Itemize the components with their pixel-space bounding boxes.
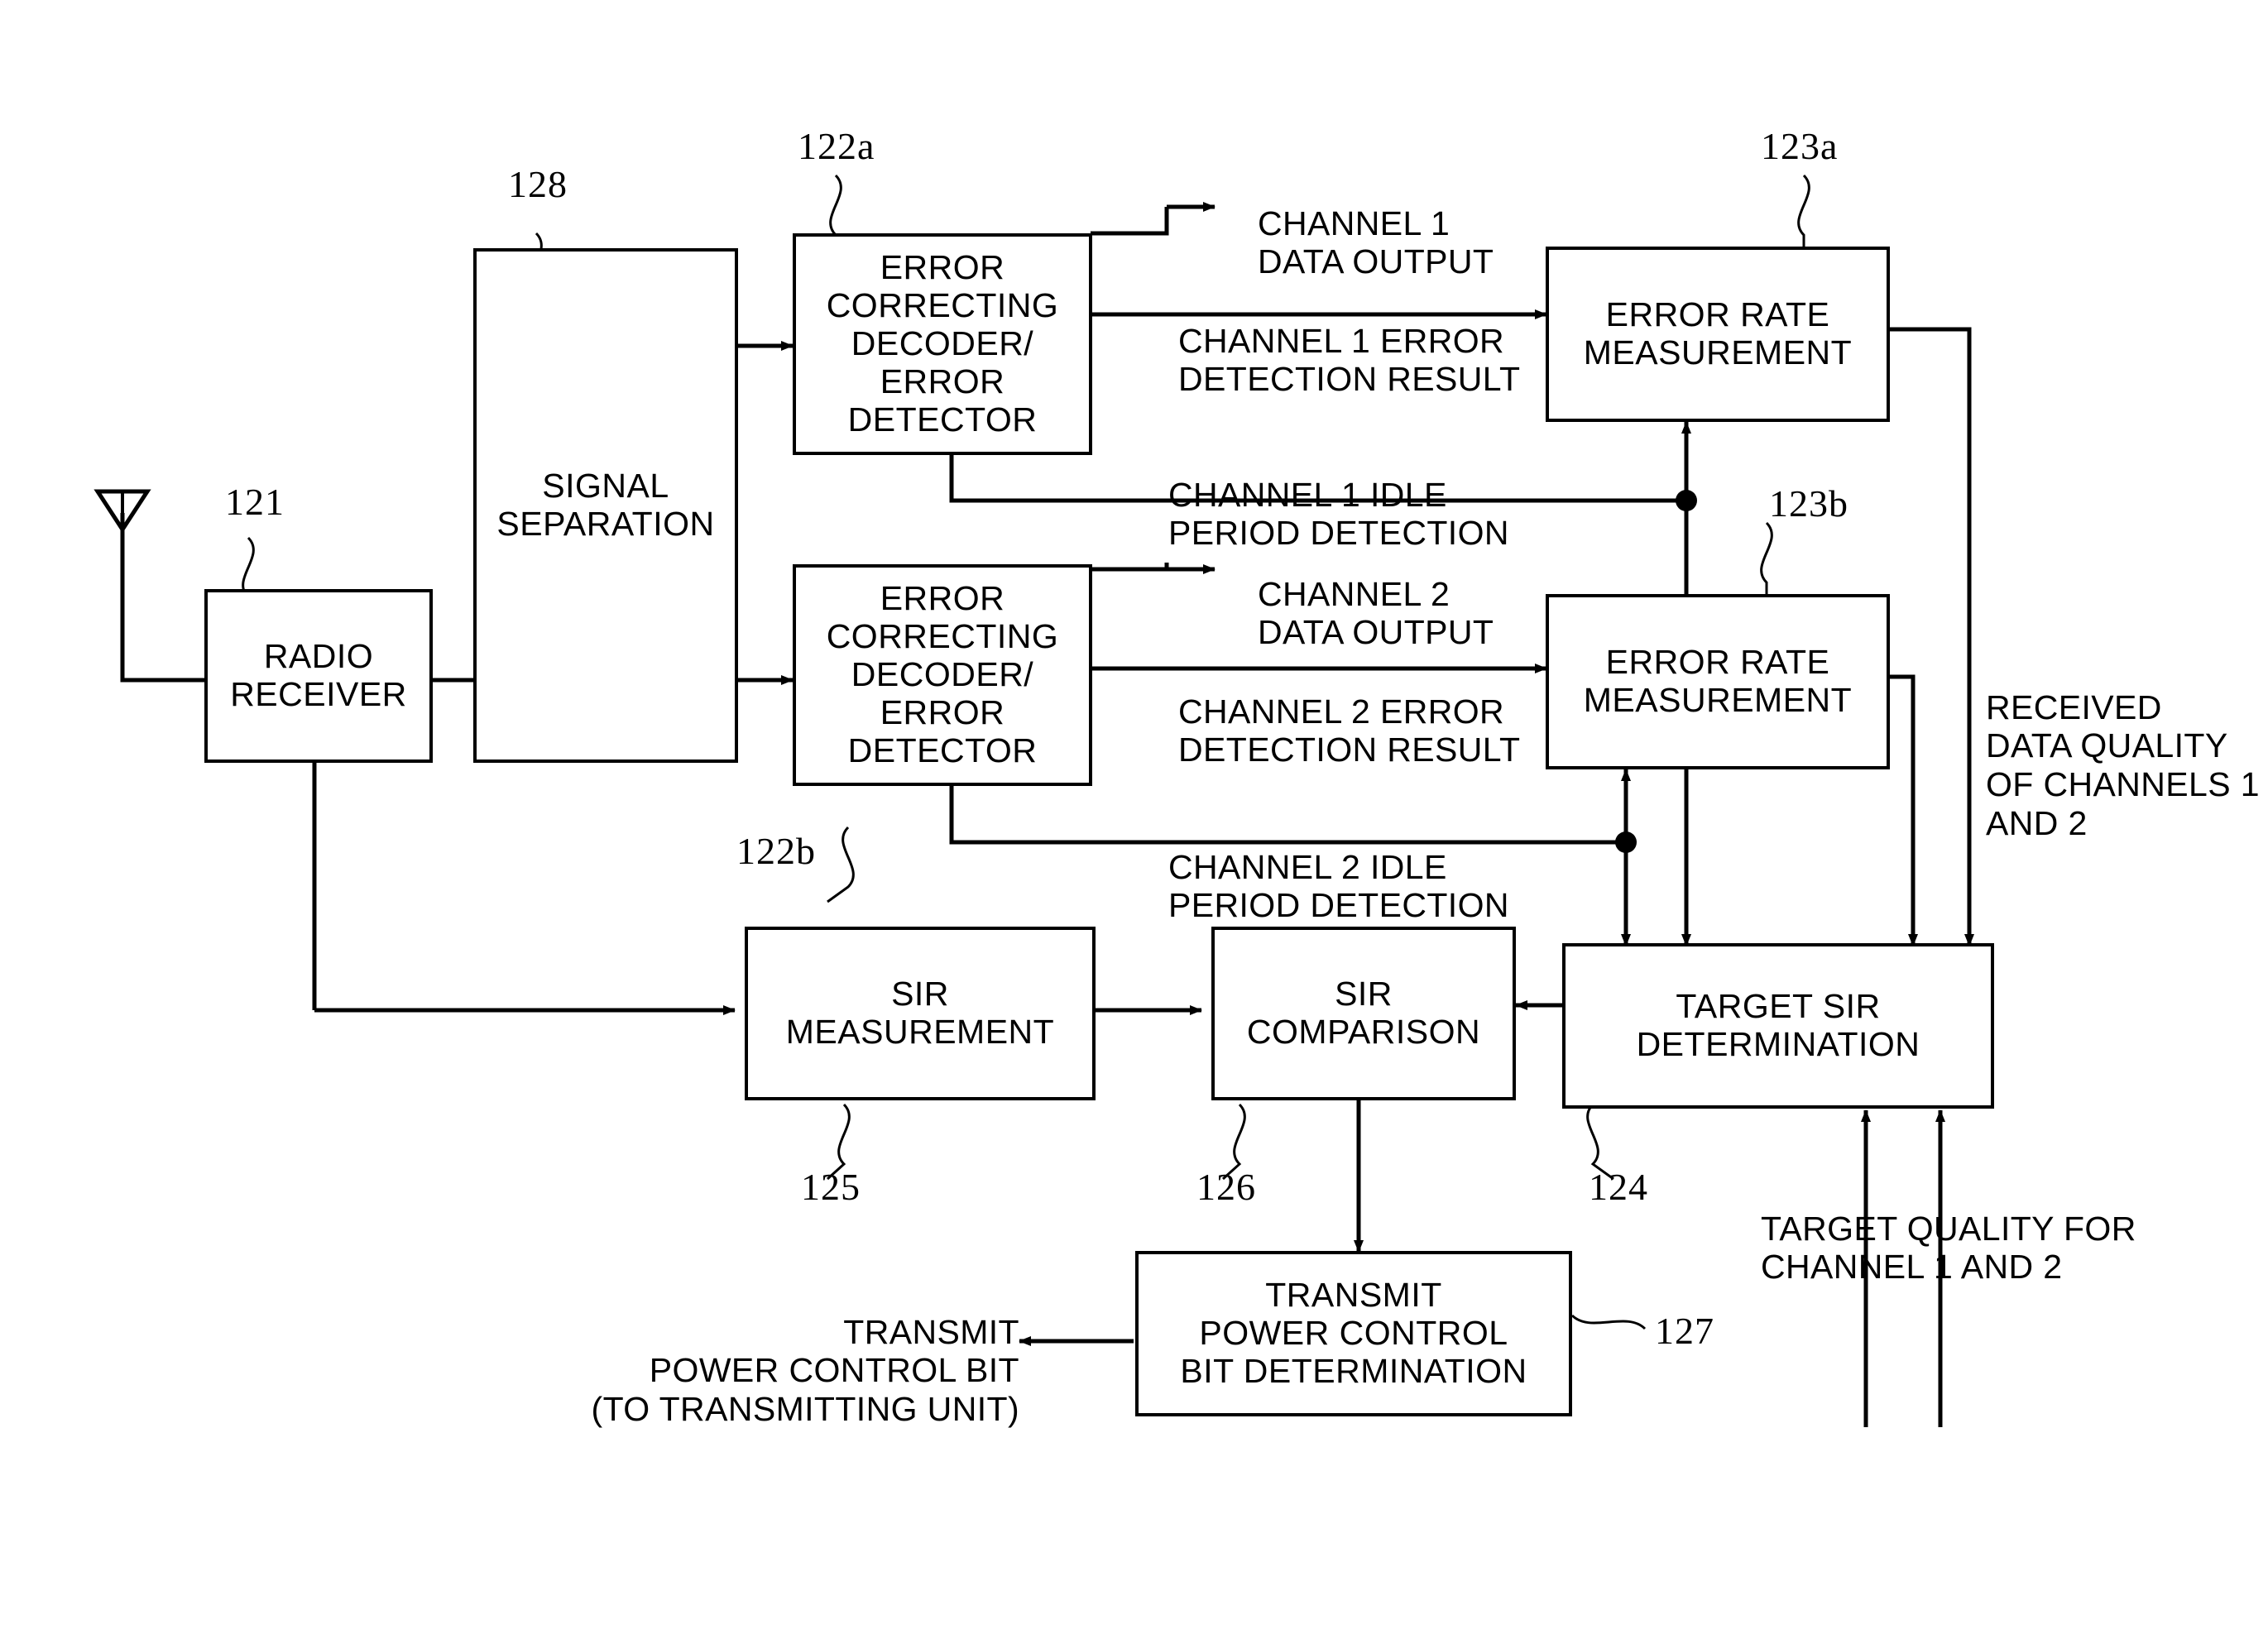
block-sir-comparison-label: SIR COMPARISON — [1246, 975, 1481, 1051]
ref-122a-text: 122a — [798, 125, 875, 167]
block-error-correcting-decoder-2[interactable]: ERROR CORRECTING DECODER/ ERROR DETECTOR — [793, 564, 1092, 786]
figure-canvas: RADIO RECEIVER SIGNAL SEPARATION ERROR C… — [0, 0, 2268, 1634]
block-error-rate-measurement-2[interactable]: ERROR RATE MEASUREMENT — [1546, 594, 1890, 769]
label-received-data-quality: RECEIVED DATA QUALITY OF CHANNELS 1 AND … — [1986, 649, 2260, 843]
ref-128-text: 128 — [508, 163, 568, 205]
ref-numeral-126: 126 — [1196, 1165, 1256, 1209]
label-channel-2-error-detection-result: CHANNEL 2 ERROR DETECTION RESULT — [1178, 654, 1520, 769]
ref-121-text: 121 — [225, 481, 285, 523]
label-target-quality: TARGET QUALITY FOR CHANNEL 1 AND 2 — [1761, 1171, 2136, 1287]
ref-numeral-125: 125 — [801, 1165, 861, 1209]
ref-numeral-123a: 123a — [1761, 124, 1838, 168]
block-radio-receiver-label: RADIO RECEIVER — [230, 637, 407, 713]
block-target-sir-determination[interactable]: TARGET SIR DETERMINATION — [1562, 943, 1994, 1109]
block-tpc-bit-determination-label: TRANSMIT POWER CONTROL BIT DETERMINATION — [1180, 1276, 1527, 1390]
label-channel-2-idle-period-text: CHANNEL 2 IDLE PERIOD DETECTION — [1168, 847, 1509, 925]
ref-127-text: 127 — [1655, 1310, 1714, 1352]
label-transmit-power-control-bit-output: TRANSMIT POWER CONTROL BIT (TO TRANSMITT… — [513, 1274, 1019, 1429]
block-error-rate-measurement-2-label: ERROR RATE MEASUREMENT — [1583, 643, 1853, 719]
block-error-rate-measurement-1-label: ERROR RATE MEASUREMENT — [1583, 295, 1853, 371]
label-target-quality-text: TARGET QUALITY FOR CHANNEL 1 AND 2 — [1761, 1209, 2136, 1287]
block-sir-measurement[interactable]: SIR MEASUREMENT — [745, 927, 1096, 1100]
label-channel-2-data-output-text: CHANNEL 2 DATA OUTPUT — [1258, 574, 1494, 652]
block-sir-measurement-label: SIR MEASUREMENT — [785, 975, 1055, 1051]
label-channel-2-error-detection-text: CHANNEL 2 ERROR DETECTION RESULT — [1178, 692, 1521, 769]
label-channel-1-error-detection-result: CHANNEL 1 ERROR DETECTION RESULT — [1178, 283, 1520, 399]
ref-numeral-121: 121 — [225, 480, 285, 524]
antenna-icon — [94, 489, 151, 534]
label-tpc-output-text: TRANSMIT POWER CONTROL BIT (TO TRANSMITT… — [591, 1312, 1019, 1429]
ref-numeral-124: 124 — [1589, 1165, 1648, 1209]
block-error-correcting-decoder-2-label: ERROR CORRECTING DECODER/ ERROR DETECTOR — [826, 579, 1059, 769]
block-error-rate-measurement-1[interactable]: ERROR RATE MEASUREMENT — [1546, 247, 1890, 422]
ref-numeral-122a: 122a — [798, 124, 875, 168]
block-radio-receiver[interactable]: RADIO RECEIVER — [204, 589, 433, 763]
label-received-data-quality-text: RECEIVED DATA QUALITY OF CHANNELS 1 AND … — [1986, 688, 2260, 842]
label-channel-2-idle-period-detection: CHANNEL 2 IDLE PERIOD DETECTION — [1168, 809, 1509, 925]
block-sir-comparison[interactable]: SIR COMPARISON — [1211, 927, 1516, 1100]
ref-122b-text: 122b — [736, 830, 816, 872]
ref-numeral-122b: 122b — [736, 829, 816, 873]
ref-123a-text: 123a — [1761, 125, 1839, 167]
connection-lines — [94, 174, 1974, 1427]
ref-numeral-127: 127 — [1655, 1309, 1714, 1353]
ref-numeral-128: 128 — [508, 162, 568, 206]
block-target-sir-determination-label: TARGET SIR DETERMINATION — [1636, 987, 1920, 1063]
ref-numeral-123b: 123b — [1769, 482, 1848, 525]
label-channel-1-error-detection-text: CHANNEL 1 ERROR DETECTION RESULT — [1178, 321, 1521, 399]
ref-125-text: 125 — [801, 1166, 861, 1208]
ref-124-text: 124 — [1589, 1166, 1648, 1208]
label-channel-2-data-output: CHANNEL 2 DATA OUTPUT — [1258, 536, 1494, 652]
label-channel-1-data-output: CHANNEL 1 DATA OUTPUT — [1258, 165, 1494, 281]
ref-126-text: 126 — [1196, 1166, 1256, 1208]
block-error-correcting-decoder-1[interactable]: ERROR CORRECTING DECODER/ ERROR DETECTOR — [793, 233, 1092, 455]
block-error-correcting-decoder-1-label: ERROR CORRECTING DECODER/ ERROR DETECTOR — [826, 248, 1059, 438]
label-channel-1-data-output-text: CHANNEL 1 DATA OUTPUT — [1258, 204, 1494, 281]
block-transmit-power-control-bit-determination[interactable]: TRANSMIT POWER CONTROL BIT DETERMINATION — [1135, 1251, 1572, 1416]
block-signal-separation[interactable]: SIGNAL SEPARATION — [473, 248, 738, 763]
block-signal-separation-label: SIGNAL SEPARATION — [496, 467, 715, 543]
ref-123b-text: 123b — [1769, 482, 1848, 525]
